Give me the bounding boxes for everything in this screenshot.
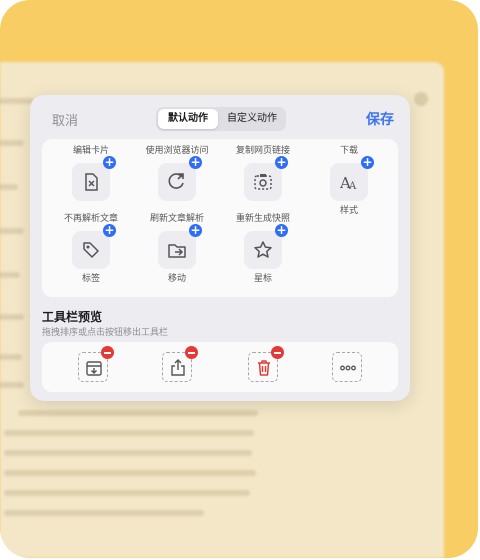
share-icon [171,359,185,376]
action-open-in-browser[interactable]: 使用浏览器访问 + [134,145,220,213]
font-style-icon: A A [339,174,357,192]
background-line [4,450,252,456]
action-label: 复制网页链接 [235,146,290,156]
toolbar-preview-hint: 拖拽排序或点击按钮移出工具栏 [42,328,169,338]
cancel-button[interactable]: 取消 [52,110,78,129]
action-label: 重新生成快照 [235,214,290,224]
background-line [0,314,24,320]
panel-header: 取消 默认动作 自定义动作 保存 [30,95,410,139]
action-label: 星标 [253,274,272,284]
remove-item-button[interactable] [101,346,114,359]
add-action-button[interactable]: + [275,224,288,237]
action-label: 标签 [81,274,100,284]
background-line [0,354,22,360]
background-line [0,140,24,146]
add-action-button[interactable]: + [189,224,202,237]
background-line [0,98,34,104]
edit-card-icon [85,173,98,191]
background-line [0,382,24,388]
background-line [4,470,256,476]
save-button[interactable]: 保存 [366,109,394,129]
tab-default-actions[interactable]: 默认动作 [158,109,218,129]
action-regenerate-snapshot[interactable]: 重新生成快照 + 星标 [220,213,306,284]
browser-icon [168,173,184,189]
svg-text:A: A [348,181,357,192]
action-label: 移动 [167,274,186,284]
toolbar-item-share[interactable] [162,346,198,382]
trash-icon [258,360,270,376]
toolbar-settings-panel: 取消 默认动作 自定义动作 保存 编辑卡片 + 使用浏览器访问 + 复制网页链接… [30,95,410,401]
available-actions-grid: 编辑卡片 + 使用浏览器访问 + 复制网页链接 + 下载 A A + 样式 不再… [42,139,398,297]
action-edit-card[interactable]: 编辑卡片 + [48,145,134,213]
background-line [0,228,24,234]
background-line [18,410,258,416]
toolbar-preview [42,342,398,392]
action-download[interactable]: 下载 A A + 样式 [306,145,392,216]
add-action-button[interactable]: + [275,156,288,169]
action-type-segmented-control: 默认动作 自定义动作 [156,107,286,131]
tab-custom-actions[interactable]: 自定义动作 [220,109,284,129]
action-refresh-parse[interactable]: 刷新文章解析 + 移动 [134,213,220,284]
background-line [4,510,204,516]
action-label: 样式 [339,206,358,216]
copy-link-icon [254,174,272,190]
background-line [4,430,254,436]
toolbar-item-more[interactable] [332,352,362,382]
move-folder-icon [168,244,186,258]
action-label: 不再解析文章 [63,214,118,224]
toolbar-item-delete[interactable] [248,346,284,382]
action-label: 使用浏览器访问 [145,146,209,156]
remove-item-button[interactable] [271,346,284,359]
action-label: 编辑卡片 [72,146,109,156]
background-line [0,272,20,278]
background-dot [414,92,428,106]
add-action-button[interactable]: + [103,224,116,237]
add-action-button[interactable]: + [103,156,116,169]
background-line [0,184,18,190]
add-action-button[interactable]: + [361,156,374,169]
archive-icon [86,361,102,376]
toolbar-preview-title: 工具栏预览 [42,310,103,324]
star-icon [254,241,272,258]
more-icon [340,365,356,371]
add-action-button[interactable]: + [189,156,202,169]
background-line [4,490,250,496]
toolbar-item-archive[interactable] [78,346,114,382]
tag-icon [83,242,99,258]
action-label: 刷新文章解析 [149,214,204,224]
action-no-parse[interactable]: 不再解析文章 + 标签 [48,213,134,284]
remove-item-button[interactable] [185,346,198,359]
device-frame: 取消 默认动作 自定义动作 保存 编辑卡片 + 使用浏览器访问 + 复制网页链接… [0,0,478,558]
action-copy-link[interactable]: 复制网页链接 + [220,145,306,213]
action-label: 下载 [339,146,358,156]
